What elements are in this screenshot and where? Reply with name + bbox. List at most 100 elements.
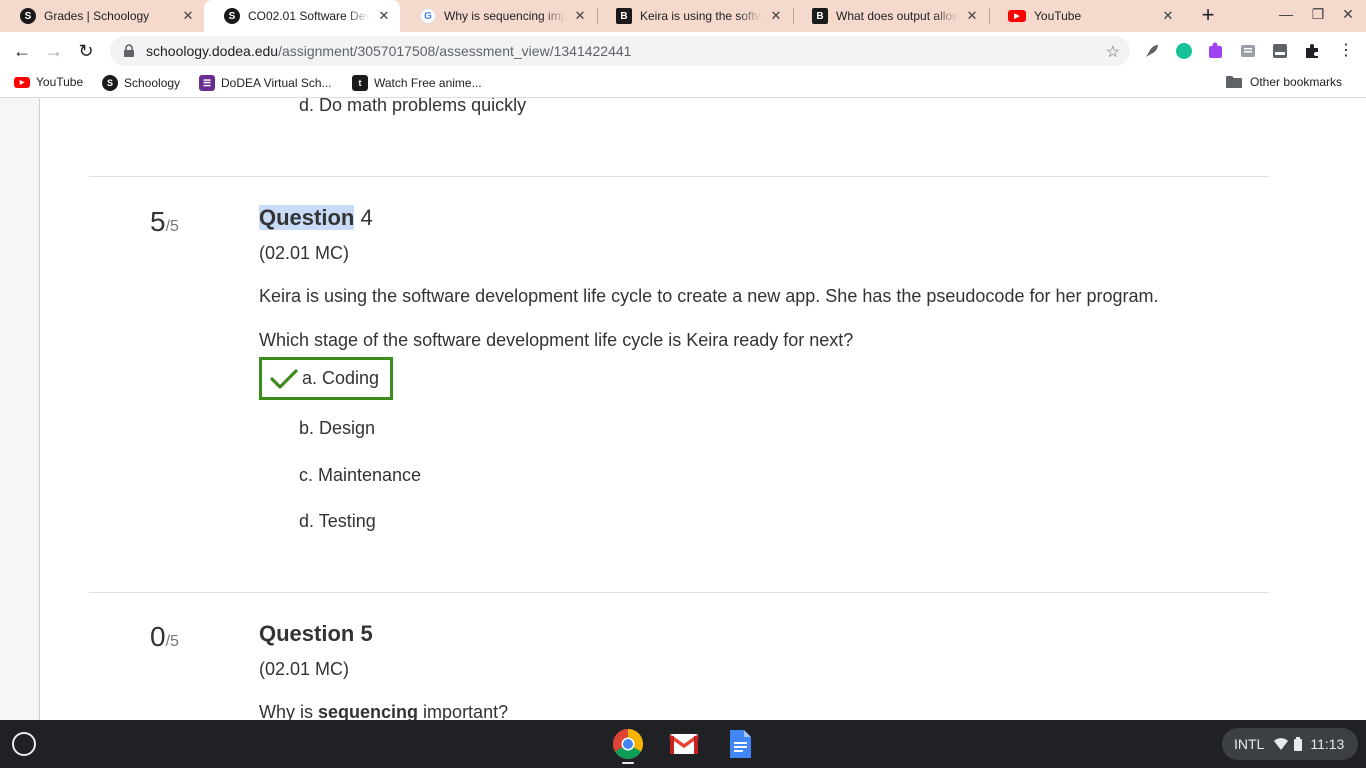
chrome-icon[interactable] (612, 728, 644, 760)
close-icon[interactable]: ✕ (964, 8, 980, 24)
brainly-icon: B (616, 8, 632, 24)
tab-youtube[interactable]: ▶ YouTube ✕ (988, 0, 1184, 32)
reload-icon[interactable]: ↻ (74, 39, 98, 63)
question-5-title: Question 5 (259, 621, 373, 647)
tab-title: YouTube (1034, 9, 1082, 23)
youtube-icon: ▶ (14, 76, 30, 88)
google-docs-icon[interactable] (724, 728, 756, 760)
status-tray[interactable]: INTL 11:13 (1222, 728, 1358, 760)
browser-toolbar: ← → ↻ schoology.dodea.edu/assignment/305… (0, 32, 1366, 70)
question-4-title: Question 4 (259, 205, 373, 231)
tab-title: Why is sequencing important (444, 9, 566, 23)
question-5-code: (02.01 MC) (259, 659, 350, 679)
bookmark-youtube[interactable]: ▶ YouTube (14, 75, 83, 89)
close-icon[interactable]: ✕ (768, 8, 784, 24)
battery-icon (1294, 737, 1303, 751)
wifi-icon (1274, 738, 1289, 750)
assessment-page: d. Do math problems quickly 5/5 Question… (0, 98, 1366, 720)
tab-title: Grades | Schoology (44, 9, 150, 23)
question-4-code: (02.01 MC) (259, 243, 350, 263)
tab-grades[interactable]: S Grades | Schoology ✕ (0, 0, 204, 32)
q5-text-pre: Why is (259, 702, 319, 720)
tab-title: CO02.01 Software Development (248, 9, 370, 23)
bookmark-star-icon[interactable]: ☆ (1106, 42, 1120, 62)
bookmark-dodea[interactable]: ☰ DoDEA Virtual Sch... (199, 75, 332, 91)
question-divider (89, 176, 1269, 177)
correct-answer-box: a. Coding (259, 357, 393, 400)
bookmark-schoology[interactable]: S Schoology (102, 75, 180, 91)
puzzle-extension-icon[interactable] (1207, 42, 1225, 60)
back-icon[interactable]: ← (10, 39, 34, 63)
new-tab-button[interactable]: + (1196, 4, 1220, 28)
question-4-text: Keira is using the software development … (259, 286, 1159, 306)
url-host: schoology.dodea.edu (146, 43, 279, 59)
menu-kebab-icon[interactable]: ⋮ (1334, 39, 1358, 63)
tab-title: Keira is using the software (640, 9, 762, 23)
question-4-score: 5/5 (150, 206, 179, 238)
question-5-text: Why is sequencing important? (259, 702, 508, 720)
gmail-icon[interactable] (668, 728, 700, 760)
tab-strip: S Grades | Schoology ✕ S CO02.01 Softwar… (0, 0, 1366, 32)
tab-brainly-keira[interactable]: B Keira is using the software ✕ (596, 0, 792, 32)
youtube-icon: ▶ (1008, 10, 1026, 22)
question-5-score: 0/5 (150, 621, 179, 653)
answer-option-d: d. Testing (299, 511, 376, 531)
clock: 11:13 (1310, 736, 1345, 752)
close-icon[interactable]: ✕ (376, 8, 392, 24)
close-window-icon[interactable]: ✕ (1338, 6, 1358, 23)
bookmark-label: Schoology (124, 76, 181, 90)
other-bookmarks[interactable]: Other bookmarks (1226, 75, 1342, 89)
schoology-icon: S (20, 8, 36, 24)
tab-google-search[interactable]: G Why is sequencing important ✕ (400, 0, 596, 32)
extensions-puzzle-icon[interactable] (1303, 42, 1321, 60)
q5-text-bold: sequencing (318, 702, 419, 720)
score-value: 0 (150, 621, 166, 652)
left-rail (0, 98, 40, 720)
bookmark-label: YouTube (36, 75, 84, 89)
ime-indicator: INTL (1234, 736, 1265, 752)
question-divider (89, 592, 1269, 593)
schoology-icon: S (102, 75, 118, 91)
list-icon: ☰ (199, 75, 215, 91)
checkmark-icon (270, 368, 298, 389)
forward-icon[interactable]: → (42, 39, 66, 63)
lock-icon (124, 44, 134, 57)
tab-assignment[interactable]: S CO02.01 Software Development ✕ (204, 0, 400, 32)
question-word-highlighted: Question (259, 205, 355, 230)
app-running-indicator (622, 762, 634, 764)
score-out-of: /5 (165, 218, 179, 235)
grammarly-icon[interactable] (1175, 42, 1193, 60)
close-icon[interactable]: ✕ (1160, 8, 1176, 24)
brainly-icon: B (812, 8, 828, 24)
rocket-icon[interactable] (1143, 42, 1161, 60)
answer-option-c: c. Maintenance (299, 465, 422, 485)
reader-extension-icon[interactable] (1239, 42, 1257, 60)
bookmark-label: Watch Free anime... (374, 76, 482, 90)
google-icon: G (420, 8, 436, 24)
launcher-icon[interactable] (12, 732, 36, 756)
answer-option-a: a. Coding (302, 368, 380, 388)
tab-brainly-output[interactable]: B What does output allow ✕ (792, 0, 988, 32)
restore-icon[interactable]: ❐ (1308, 6, 1328, 23)
close-icon[interactable]: ✕ (572, 8, 588, 24)
bookmarks-bar: ▶ YouTube S Schoology ☰ DoDEA Virtual Sc… (0, 70, 1366, 98)
other-bookmarks-label: Other bookmarks (1250, 75, 1343, 89)
url-path: /assignment/3057017508/assessment_view/1… (278, 43, 632, 59)
address-bar[interactable]: schoology.dodea.edu/assignment/305701750… (110, 36, 1130, 66)
close-icon[interactable]: ✕ (180, 8, 196, 24)
question-number: 4 (360, 205, 373, 230)
os-shelf: INTL 11:13 (0, 720, 1366, 768)
score-out-of: /5 (165, 633, 179, 650)
schoology-icon: S (224, 8, 240, 24)
minimize-icon[interactable]: ― (1276, 6, 1296, 22)
folder-icon (1226, 76, 1242, 88)
bookmark-label: DoDEA Virtual Sch... (221, 76, 332, 90)
question-4-prompt: Which stage of the software development … (259, 330, 854, 350)
url-text: schoology.dodea.edu/assignment/305701750… (146, 43, 631, 59)
question-5-title-text: Question 5 (259, 621, 373, 646)
score-value: 5 (150, 206, 166, 237)
pdf-extension-icon[interactable] (1271, 42, 1289, 60)
bookmark-anime[interactable]: t Watch Free anime... (352, 75, 482, 91)
q5-text-post: important? (418, 702, 509, 720)
previous-question-option: d. Do math problems quickly (299, 98, 527, 115)
